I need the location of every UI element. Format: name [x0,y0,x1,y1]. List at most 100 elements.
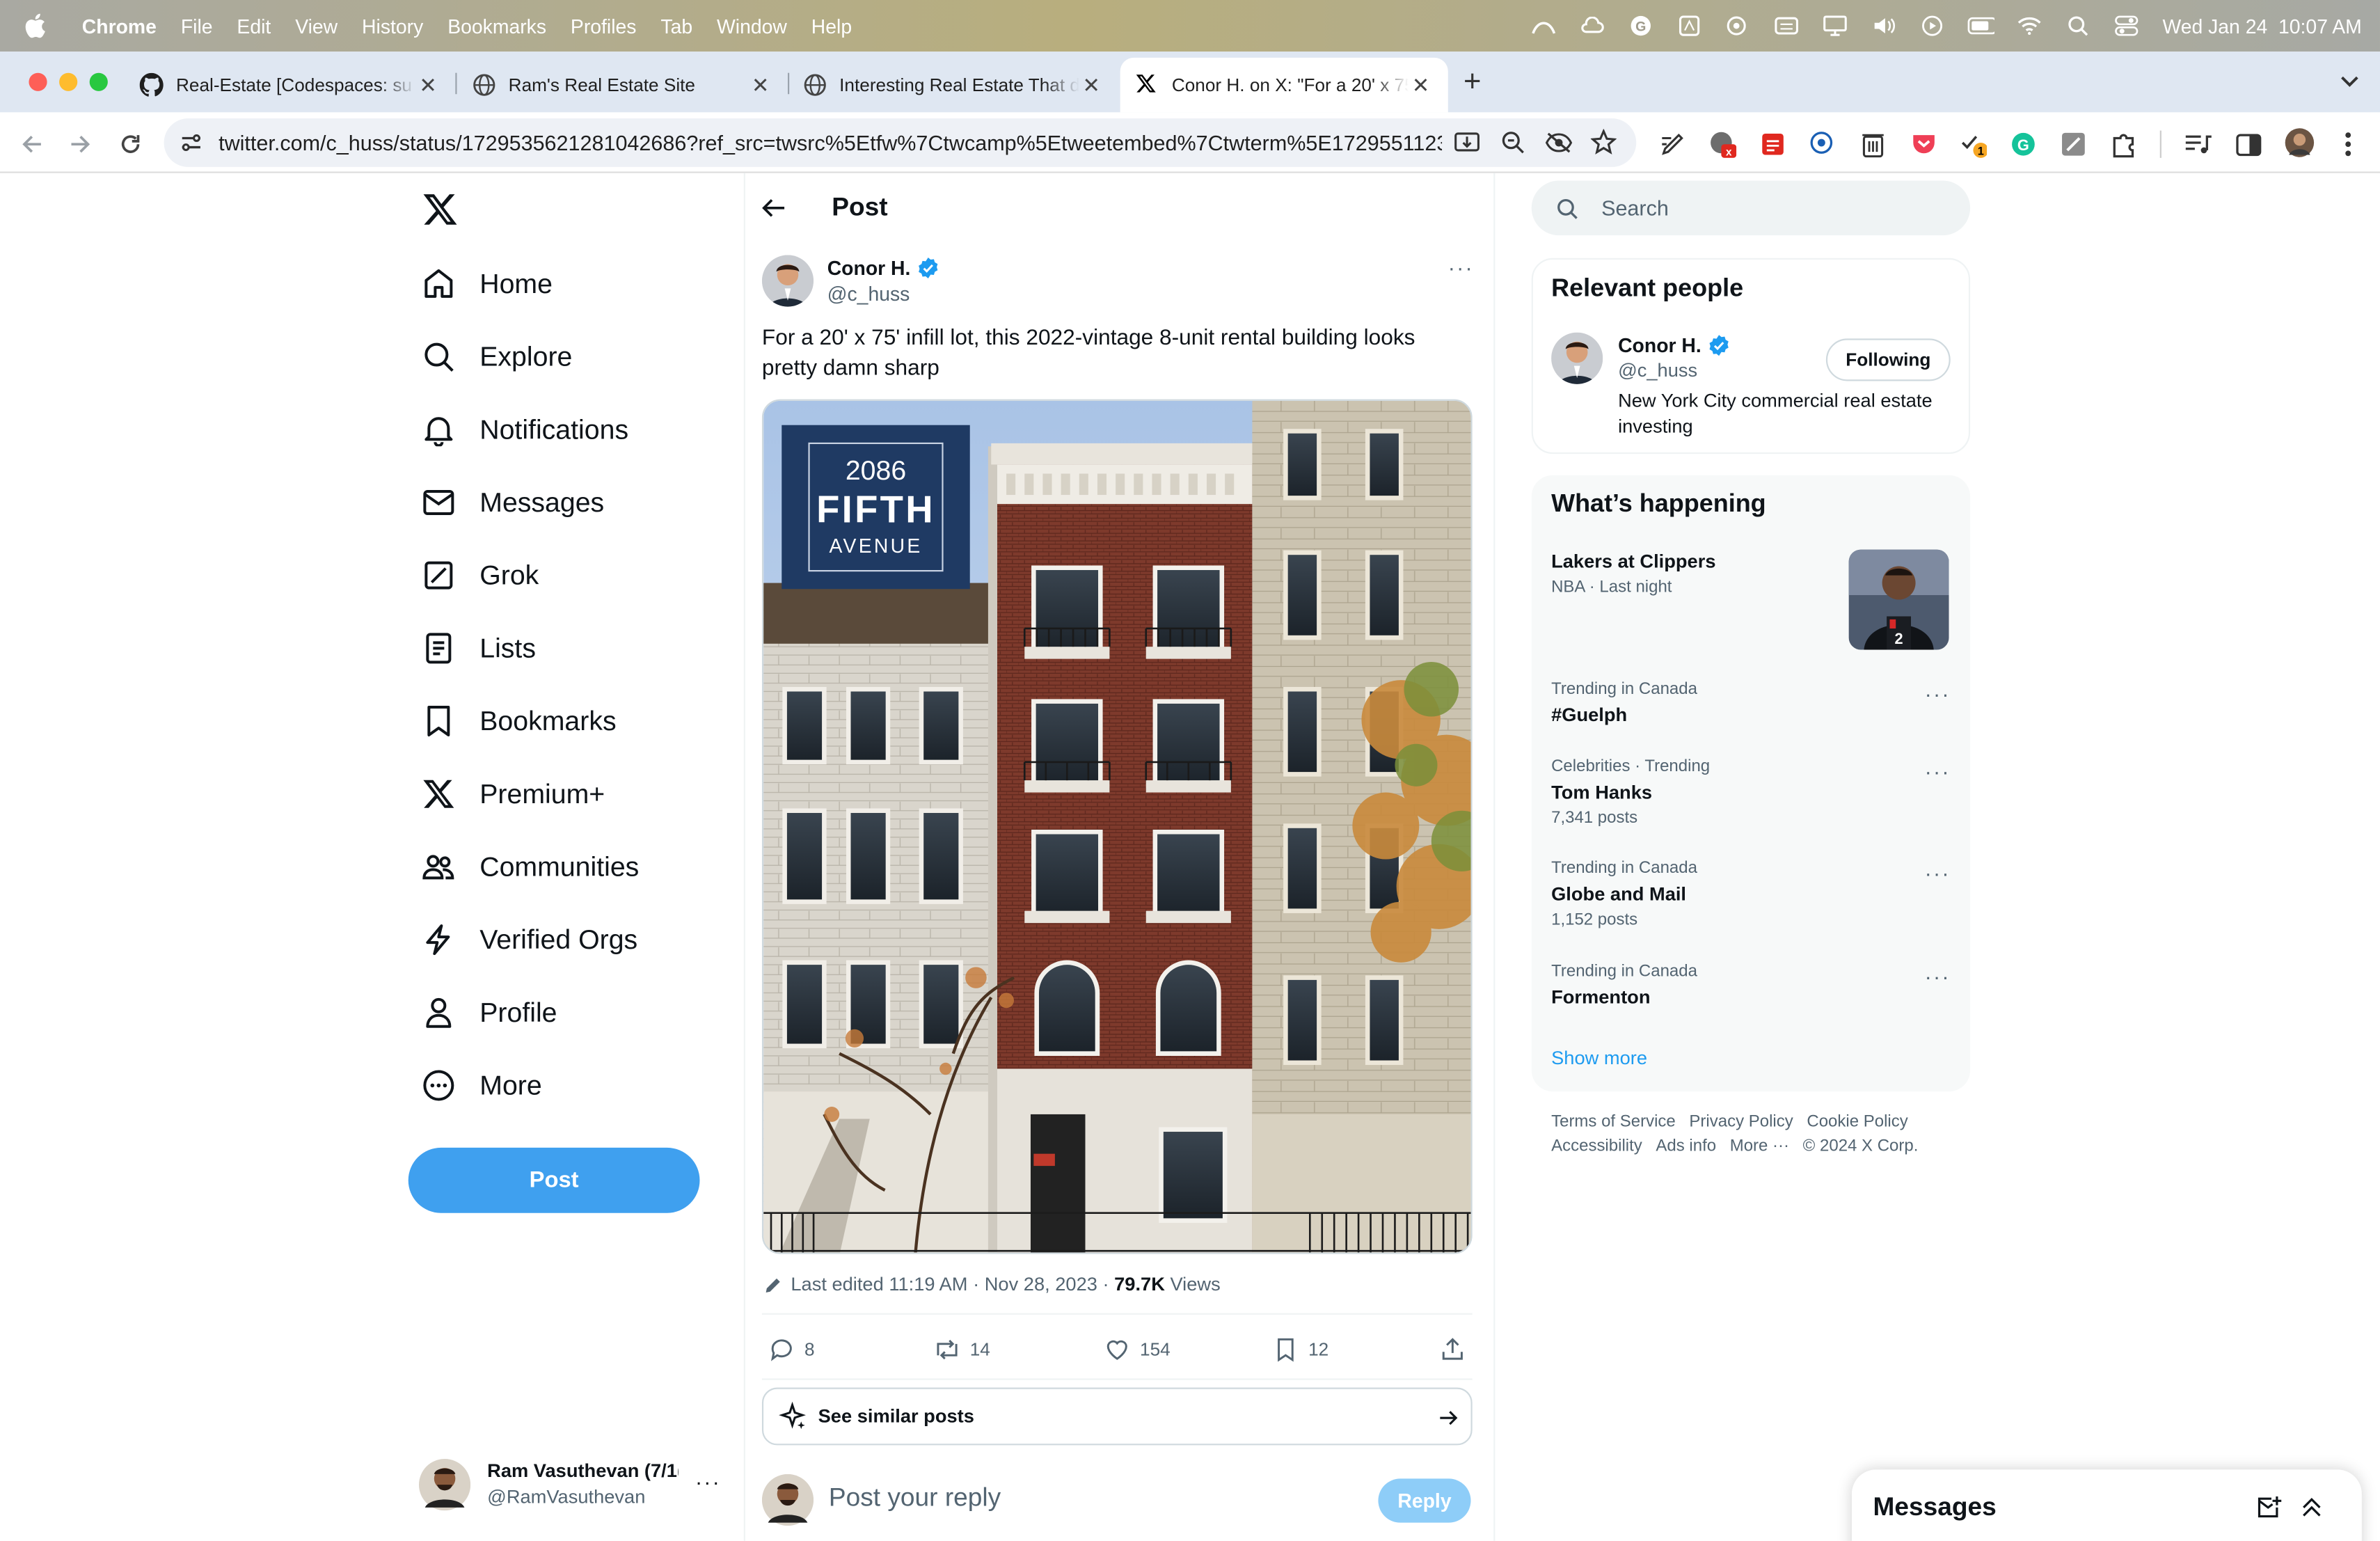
menu-window[interactable]: Window [705,15,800,38]
volume-icon[interactable] [1869,15,1896,37]
nav-bookmarks[interactable]: Bookmarks [422,690,617,751]
tab-search-button[interactable] [2335,67,2365,97]
new-message-icon[interactable] [2255,1495,2283,1519]
nav-premium[interactable]: Premium+ [422,764,605,824]
footer-cookie[interactable]: Cookie Policy [1807,1113,1907,1131]
tab-codespaces[interactable]: Real-Estate [Codespaces: su ✕ [125,58,455,113]
chrome-menu-icon[interactable] [2335,131,2362,158]
nav-messages[interactable]: Messages [422,472,604,532]
pocket-icon[interactable] [1910,131,1937,158]
install-app-icon[interactable] [1454,131,1482,155]
menu-edit[interactable]: Edit [225,15,283,38]
extension-x-badge-icon[interactable]: x [1709,131,1737,158]
extension-pen-icon[interactable] [1659,131,1686,158]
status-search-icon[interactable] [1724,15,1751,37]
nav-home[interactable]: Home [422,253,553,314]
like-action[interactable]: 154 [1104,1330,1171,1370]
post-image[interactable]: 2086 FIFTH AVENUE [761,399,1473,1254]
new-tab-button[interactable]: + [1457,67,1488,97]
trend-item[interactable]: Trending in Canada #Guelph [1551,680,1697,725]
grammarly-extension-icon[interactable]: G [2010,131,2037,158]
menu-history[interactable]: History [350,15,436,38]
nav-explore[interactable]: Explore [422,326,572,387]
extension-stack-icon[interactable] [1759,131,1786,158]
grammarly-icon[interactable]: G [1627,15,1654,37]
messages-drawer[interactable]: Messages [1851,1469,2362,1541]
wifi-icon[interactable] [2015,15,2042,37]
nav-verified-orgs[interactable]: Verified Orgs [422,909,637,970]
footer-privacy[interactable]: Privacy Policy [1689,1113,1793,1131]
nav-more[interactable]: More [422,1055,542,1116]
tab-rams-site[interactable]: Ram's Real Estate Site ✕ [457,58,788,113]
more-dots-icon[interactable]: ··· [695,1469,721,1494]
media-control-icon[interactable] [2184,131,2212,158]
repost-action[interactable]: 14 [933,1330,990,1370]
side-panel-icon[interactable] [2235,131,2262,158]
back-icon[interactable] [18,131,45,158]
author-name[interactable]: Conor H. [827,257,911,280]
apple-icon[interactable] [0,0,70,52]
chevron-up-double-icon[interactable] [2299,1495,2324,1519]
following-button[interactable]: Following [1825,338,1951,381]
play-icon[interactable] [1918,15,1945,37]
zoom-icon[interactable] [1501,131,1525,155]
close-tab-icon[interactable]: ✕ [1079,72,1104,98]
author-handle[interactable]: @c_huss [827,283,910,306]
display-icon[interactable] [1821,15,1848,37]
see-similar-posts-button[interactable]: See similar posts [761,1387,1473,1446]
tab-interesting-real-estate[interactable]: Interesting Real Estate That d ✕ [788,58,1118,113]
extension-tasks-icon[interactable]: 1 [1960,131,1988,158]
omnibox[interactable]: twitter.com/c_huss/status/17295356212810… [164,118,1637,167]
eye-off-icon[interactable] [1545,131,1573,155]
person-avatar[interactable] [1551,332,1603,384]
trend-item[interactable]: Trending in Canada Globe and Mail 1,152 … [1551,860,1697,929]
search-box[interactable]: Search [1531,180,1971,236]
close-tab-icon[interactable]: ✕ [1409,72,1433,98]
close-tab-icon[interactable]: ✕ [748,72,772,98]
menu-profiles[interactable]: Profiles [558,15,648,38]
close-tab-icon[interactable]: ✕ [416,72,441,98]
reload-icon[interactable] [117,131,144,158]
close-window-button[interactable] [29,72,47,91]
cloud-icon[interactable] [1578,15,1605,37]
trend-more-icon[interactable]: ··· [1925,861,1951,885]
menu-file[interactable]: File [168,15,225,38]
url-text[interactable]: twitter.com/c_huss/status/17295356212810… [219,131,1442,155]
footer-terms[interactable]: Terms of Service [1551,1113,1676,1131]
chrome-profile-avatar[interactable] [2285,127,2315,158]
control-center-icon[interactable] [2112,15,2139,37]
edited-timestamp[interactable]: Last edited 11:19 AM · Nov 28, 2023 · [791,1274,1114,1295]
person-name-row[interactable]: Conor H. [1618,334,1730,357]
nav-lists[interactable]: Lists [422,618,536,679]
status-keyboard-icon[interactable] [1772,15,1800,37]
edit-pencil-icon[interactable] [763,1274,783,1294]
forward-icon[interactable] [67,131,94,158]
post-button[interactable]: Post [408,1147,700,1213]
trend-more-icon[interactable]: ··· [1925,681,1951,706]
reply-action[interactable]: 8 [768,1330,815,1370]
tab-conor-post[interactable]: Conor H. on X: "For a 20' x 75 ✕ [1120,57,1448,113]
extensions-puzzle-icon[interactable] [2110,131,2137,158]
bookmark-action[interactable]: 12 [1272,1330,1328,1370]
back-arrow-icon[interactable] [761,194,791,225]
event-thumbnail[interactable]: 2 [1848,549,1949,650]
footer-ads-info[interactable]: Ads info [1656,1137,1716,1155]
nav-notifications[interactable]: Notifications [422,400,628,460]
footer-accessibility[interactable]: Accessibility [1551,1137,1642,1155]
nav-communities[interactable]: Communities [422,837,639,897]
spotlight-icon[interactable] [2064,15,2091,37]
minimize-window-button[interactable] [59,72,78,91]
trend-item[interactable]: Trending in Canada Formenton [1551,963,1697,1008]
trend-item[interactable]: Celebrities · Trending Tom Hanks 7,341 p… [1551,757,1710,827]
menu-help[interactable]: Help [799,15,864,38]
account-switcher[interactable]: Ram Vasuthevan (7/1( @RamVasuthevan ··· [418,1457,722,1512]
x-logo-icon[interactable] [422,191,458,228]
nav-profile[interactable]: Profile [422,982,557,1043]
person-name[interactable]: Conor H. [1618,334,1701,357]
site-settings-icon[interactable] [179,131,203,155]
extension-search-icon[interactable] [1809,131,1836,158]
extension-slash-icon[interactable] [2060,131,2087,158]
person-handle[interactable]: @c_huss [1618,360,1697,381]
share-action[interactable] [1439,1330,1475,1370]
trend-more-icon[interactable]: ··· [1925,759,1951,784]
